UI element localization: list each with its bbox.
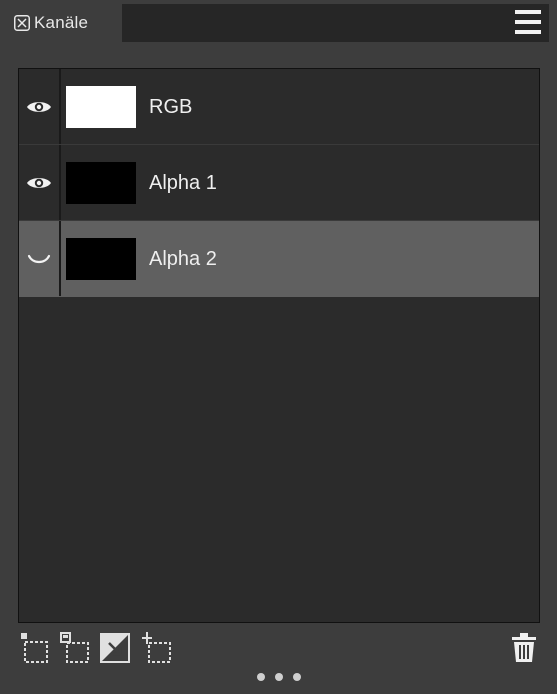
tab-kanaele[interactable]: Kanäle — [8, 4, 122, 42]
load-selection-icon[interactable] — [20, 632, 50, 664]
channel-thumbnail — [66, 86, 136, 128]
save-selection-icon[interactable] — [60, 632, 90, 664]
channels-panel: Kanäle RGB Alpha 1 Alpha 2 — [0, 0, 557, 694]
channel-label: RGB — [149, 96, 193, 118]
eye-closed-icon — [27, 254, 51, 263]
close-icon[interactable] — [14, 15, 30, 31]
eye-icon — [27, 101, 51, 112]
new-channel-icon[interactable] — [142, 632, 172, 664]
trash-icon[interactable] — [510, 632, 540, 664]
channel-row-rgb[interactable]: RGB — [19, 69, 539, 145]
channel-list: RGB Alpha 1 Alpha 2 — [18, 68, 540, 623]
panel-menu-button[interactable] — [515, 10, 541, 34]
visibility-toggle[interactable] — [19, 221, 61, 296]
channel-row-alpha-1[interactable]: Alpha 1 — [19, 145, 539, 221]
channel-thumbnail — [66, 162, 136, 204]
eye-icon — [27, 177, 51, 188]
channel-row-alpha-2[interactable]: Alpha 2 — [19, 221, 539, 297]
more-options-dots[interactable] — [257, 673, 301, 683]
channel-label: Alpha 2 — [149, 248, 217, 270]
visibility-toggle[interactable] — [19, 145, 61, 220]
visibility-toggle[interactable] — [19, 69, 61, 144]
invert-channel-icon[interactable] — [100, 632, 130, 664]
tab-title: Kanäle — [34, 13, 89, 32]
channel-label: Alpha 1 — [149, 172, 217, 194]
hamburger-menu-icon — [515, 10, 541, 14]
panel-tab-bar: Kanäle — [8, 4, 549, 42]
channel-thumbnail — [66, 238, 136, 280]
